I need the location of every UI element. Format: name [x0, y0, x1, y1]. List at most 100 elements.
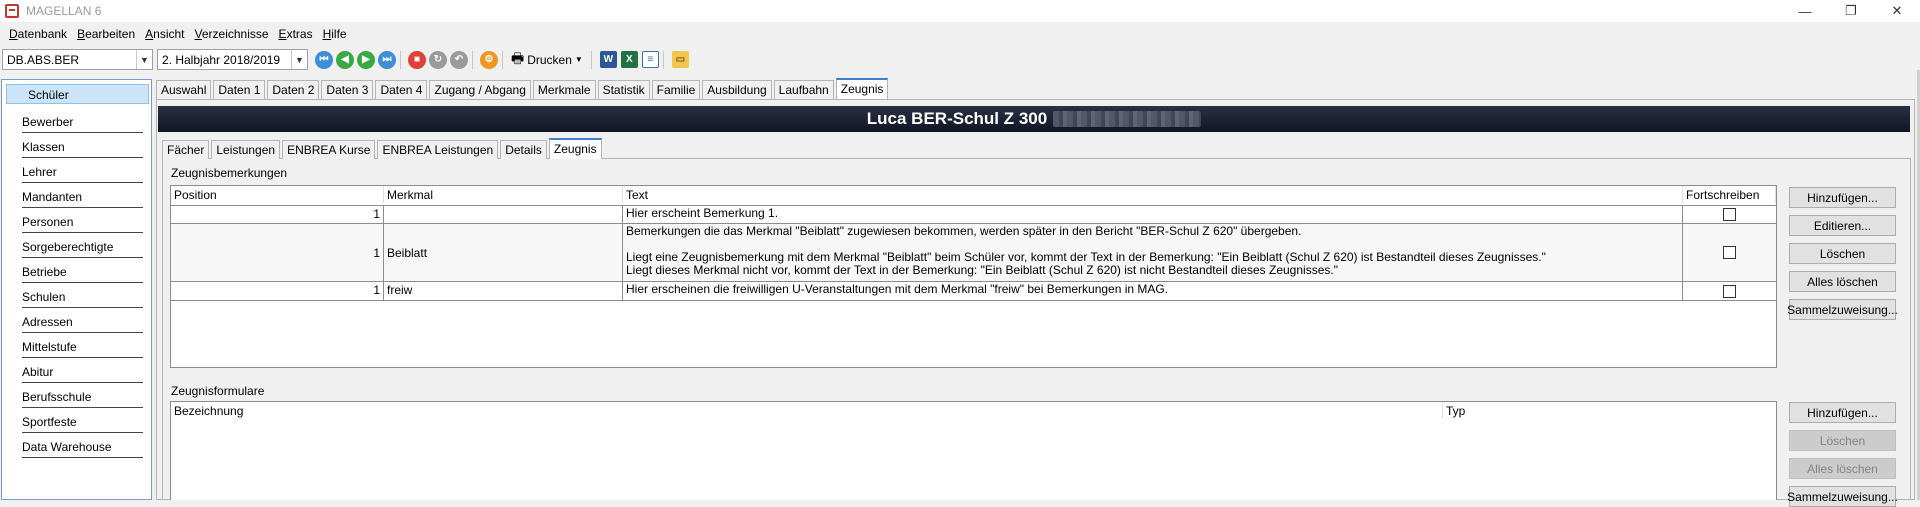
tab-statistik[interactable]: Statistik	[597, 80, 650, 99]
remarks-edit-button[interactable]: Editieren...	[1789, 215, 1896, 236]
previous-record-icon[interactable]: ◀	[336, 50, 354, 69]
first-record-icon[interactable]: ⏮	[315, 50, 333, 69]
tab-ausbildung[interactable]: Ausbildung	[702, 80, 772, 99]
table-row[interactable]: 1 Hier erscheint Bemerkung 1.	[171, 205, 1776, 224]
tab-familie[interactable]: Familie	[651, 80, 701, 99]
sidebar-item-mandanten[interactable]: Mandanten	[22, 188, 143, 208]
tab-faecher[interactable]: Fächer	[162, 140, 210, 159]
restore-button[interactable]: ❐	[1828, 0, 1874, 22]
tab-daten-1[interactable]: Daten 1	[213, 80, 266, 99]
tab-details[interactable]: Details	[500, 140, 547, 159]
minimize-button[interactable]: —	[1782, 0, 1828, 22]
sidebar-item-klassen[interactable]: Klassen	[22, 138, 143, 158]
forms-delete-button[interactable]: Löschen	[1789, 430, 1896, 451]
toolbar-separator	[472, 50, 473, 69]
close-button[interactable]: ✕	[1874, 0, 1920, 22]
sidebar-item-mittelstufe[interactable]: Mittelstufe	[22, 338, 143, 358]
menu-hilfe[interactable]: Hilfe	[318, 27, 352, 41]
remarks-bulk-assign-button[interactable]: Sammelzuweisung...	[1787, 299, 1898, 320]
column-header-typ[interactable]: Typ	[1443, 402, 1643, 419]
fortschreiben-checkbox[interactable]	[1723, 208, 1736, 221]
tab-auswahl[interactable]: Auswahl	[156, 80, 212, 99]
sidebar-item-sorgeberechtigte[interactable]: Sorgeberechtigte	[22, 238, 143, 258]
menu-datenbank[interactable]: Datenbank	[4, 27, 72, 41]
undo-icon[interactable]: ↶	[450, 50, 468, 69]
sidebar-item-betriebe[interactable]: Betriebe	[22, 263, 143, 283]
sidebar-item-sportfeste[interactable]: Sportfeste	[22, 413, 143, 433]
tab-leistungen[interactable]: Leistungen	[211, 140, 281, 159]
menu-ansicht[interactable]: Ansicht	[140, 27, 189, 41]
redacted-student-id	[1053, 111, 1202, 127]
document-export-icon[interactable]: ≡	[641, 51, 659, 68]
tab-enbrea-kurse[interactable]: ENBREA Kurse	[282, 140, 376, 159]
chevron-down-icon: ▼	[136, 50, 152, 69]
excel-export-icon[interactable]: X	[620, 51, 638, 68]
window-title: MAGELLAN 6	[26, 4, 102, 18]
cell-text: Bemerkungen die das Merkmal "Beiblatt" z…	[623, 224, 1683, 281]
toolbar-separator	[400, 50, 401, 69]
options-icon[interactable]: ⚙	[480, 50, 498, 69]
forms-bulk-assign-button[interactable]: Sammelzuweisung...	[1787, 486, 1898, 507]
menu-extras[interactable]: Extras	[274, 27, 318, 41]
database-combo[interactable]: DB.ABS.BER ▼	[2, 49, 153, 70]
sidebar-item-bewerber[interactable]: Bewerber	[22, 113, 143, 133]
toolbar: DB.ABS.BER ▼ 2. Halbjahr 2018/2019 ▼ ⏮ ◀…	[0, 48, 1920, 71]
sidebar-item-data-warehouse[interactable]: Data Warehouse	[22, 438, 143, 458]
fortschreiben-checkbox[interactable]	[1723, 284, 1736, 298]
print-button[interactable]: 🖶 Drucken ▼	[507, 49, 587, 70]
sidebar-item-schueler[interactable]: Schüler	[6, 84, 149, 104]
refresh-icon[interactable]: ↻	[429, 50, 447, 69]
sidebar-item-adressen[interactable]: Adressen	[22, 313, 143, 333]
tab-zeugnis-sub[interactable]: Zeugnis	[548, 138, 602, 159]
student-name: Luca BER-Schul Z 300	[866, 109, 1048, 128]
table-row[interactable]: 1 freiw Hier erscheinen die freiwilligen…	[171, 282, 1776, 301]
toolbar-separator	[662, 50, 664, 69]
column-header-position[interactable]: Position	[171, 186, 384, 203]
tab-zeugnis[interactable]: Zeugnis	[835, 78, 889, 99]
sidebar-item-abitur[interactable]: Abitur	[22, 363, 143, 383]
main-tabs: Auswahl Daten 1 Daten 2 Daten 3 Daten 4 …	[156, 78, 890, 99]
tab-merkmale[interactable]: Merkmale	[532, 80, 596, 99]
sidebar-item-lehrer[interactable]: Lehrer	[22, 163, 143, 183]
forms-delete-all-button[interactable]: Alles löschen	[1789, 458, 1896, 479]
title-bar: MAGELLAN 6 — ❐ ✕	[0, 0, 1920, 22]
cell-position: 1	[171, 206, 384, 223]
sidebar-item-personen[interactable]: Personen	[22, 213, 143, 233]
forms-section-label: Zeugnisformulare	[171, 384, 265, 398]
tab-daten-2[interactable]: Daten 2	[267, 80, 320, 99]
period-combo[interactable]: 2. Halbjahr 2018/2019 ▼	[157, 49, 308, 70]
app-icon	[5, 4, 19, 18]
tab-enbrea-leistungen[interactable]: ENBREA Leistungen	[377, 140, 499, 159]
last-record-icon[interactable]: ⏭	[378, 50, 396, 69]
table-row[interactable]: 1 Beiblatt Bemerkungen die das Merkmal "…	[171, 224, 1776, 282]
column-header-text[interactable]: Text	[623, 186, 1683, 203]
remarks-table: Position Merkmal Text Fortschreiben 1 Hi…	[170, 185, 1777, 368]
menu-verzeichnisse[interactable]: Verzeichnisse	[190, 27, 274, 41]
printer-icon: 🖶	[511, 49, 525, 66]
remarks-delete-button[interactable]: Löschen	[1789, 243, 1896, 264]
remarks-delete-all-button[interactable]: Alles löschen	[1789, 271, 1896, 292]
folder-icon[interactable]: ▭	[671, 51, 689, 68]
tab-daten-4[interactable]: Daten 4	[375, 80, 428, 99]
sidebar: Schüler Bewerber Klassen Lehrer Mandante…	[1, 79, 152, 500]
column-header-merkmal[interactable]: Merkmal	[384, 186, 623, 203]
sub-tabs: Fächer Leistungen ENBREA Kurse ENBREA Le…	[162, 138, 604, 159]
cell-merkmal: freiw	[384, 282, 623, 300]
chevron-down-icon: ▼	[291, 50, 307, 69]
tab-daten-3[interactable]: Daten 3	[321, 80, 374, 99]
remarks-add-button[interactable]: Hinzufügen...	[1789, 187, 1896, 208]
column-header-fortschreiben[interactable]: Fortschreiben	[1683, 186, 1776, 203]
toolbar-separator	[502, 50, 503, 69]
word-export-icon[interactable]: W	[599, 51, 617, 68]
next-record-icon[interactable]: ▶	[357, 50, 375, 69]
stop-icon[interactable]: ■	[408, 50, 426, 69]
sidebar-item-schulen[interactable]: Schulen	[22, 288, 143, 308]
tab-laufbahn[interactable]: Laufbahn	[773, 80, 834, 99]
column-header-bezeichnung[interactable]: Bezeichnung	[171, 402, 1443, 419]
forms-add-button[interactable]: Hinzufügen...	[1789, 402, 1896, 423]
cell-text: Hier erscheinen die freiwilligen U-Veran…	[623, 282, 1683, 300]
tab-zugang-abgang[interactable]: Zugang / Abgang	[429, 80, 531, 99]
sidebar-item-berufsschule[interactable]: Berufsschule	[22, 388, 143, 408]
fortschreiben-checkbox[interactable]	[1723, 246, 1736, 259]
menu-bearbeiten[interactable]: Bearbeiten	[72, 27, 140, 41]
